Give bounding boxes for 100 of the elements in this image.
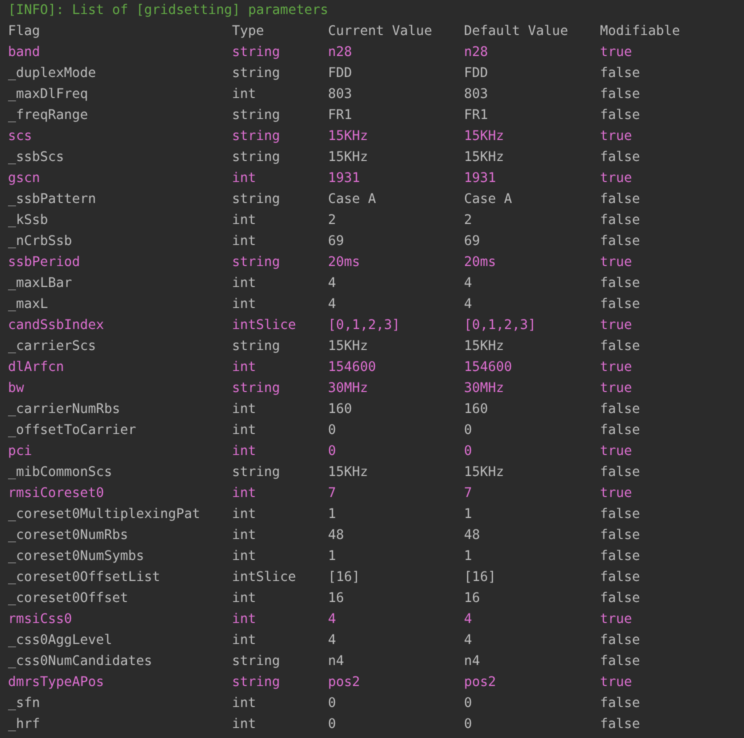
table-cell-text: [16] (464, 569, 496, 587)
table-cell-text: false (600, 107, 640, 125)
table-cell-text: 15KHz (328, 464, 368, 482)
table-cell-text: 154600 (328, 359, 376, 377)
table-cell-text: int (232, 170, 256, 188)
table-cell-text: 0 (328, 443, 336, 461)
table-cell-text: true (600, 44, 632, 62)
table-cell-text: string (232, 653, 280, 671)
table-cell-text: int (232, 359, 256, 377)
table-cell-text: _sfn (8, 695, 40, 713)
table-cell-text: _offsetToCarrier (8, 422, 136, 440)
table-cell-text: 15KHz (464, 338, 504, 356)
table-cell-text: 1 (464, 506, 472, 524)
table-cell-text: true (600, 359, 632, 377)
table-cell-text: false (600, 527, 640, 545)
table-cell-text: 4 (328, 632, 336, 650)
table-cell-text: string (232, 128, 280, 146)
table-cell-text: 0 (464, 695, 472, 713)
table-cell-text: _maxDlFreq (8, 86, 88, 104)
table-cell-text: 20ms (464, 254, 496, 272)
table-cell-text: _ssbScs (8, 149, 64, 167)
table-cell-text: false (600, 149, 640, 167)
table-cell-text: pos2 (328, 674, 360, 692)
info-line: [INFO]: List of [gridsetting] parameters (8, 2, 328, 20)
table-cell-text: 1 (328, 548, 336, 566)
table-cell-text: 4 (464, 611, 472, 629)
table-cell-text: false (600, 716, 640, 734)
table-cell-text: string (232, 674, 280, 692)
table-cell-text: true (600, 128, 632, 146)
table-cell-text: 7 (328, 485, 336, 503)
table-cell-text: 7 (464, 485, 472, 503)
table-cell-text: _freqRange (8, 107, 88, 125)
table-cell-text: int (232, 590, 256, 608)
table-cell-text: string (232, 44, 280, 62)
column-header: Modifiable (600, 23, 680, 41)
table-cell-text: false (600, 422, 640, 440)
table-cell-text: _nCrbSsb (8, 233, 72, 251)
table-cell-text: 16 (328, 590, 344, 608)
table-cell-text: _coreset0NumRbs (8, 527, 128, 545)
table-cell-text: 1931 (464, 170, 496, 188)
table-cell-text: 69 (464, 233, 480, 251)
table-cell-text: true (600, 674, 632, 692)
table-cell-text: string (232, 254, 280, 272)
table-cell-text: int (232, 233, 256, 251)
table-cell-text: false (600, 296, 640, 314)
table-cell-text: false (600, 275, 640, 293)
table-cell-text: 160 (464, 401, 488, 419)
table-cell-text: _kSsb (8, 212, 48, 230)
table-cell-text: string (232, 338, 280, 356)
table-cell-text: int (232, 527, 256, 545)
table-cell-text: _maxLBar (8, 275, 72, 293)
table-cell-text: rmsiCoreset0 (8, 485, 104, 503)
table-cell-text: 0 (464, 443, 472, 461)
table-cell-text: false (600, 401, 640, 419)
table-cell-text: 160 (328, 401, 352, 419)
table-cell-text: int (232, 506, 256, 524)
table-cell-text: string (232, 107, 280, 125)
table-cell-text: int (232, 716, 256, 734)
table-cell-text: Case A (328, 191, 376, 209)
table-cell-text: 1 (464, 548, 472, 566)
column-header: Current Value (328, 23, 432, 41)
table-cell-text: pos2 (464, 674, 496, 692)
table-cell-text: _css0AggLevel (8, 632, 112, 650)
table-cell-text: 30MHz (464, 380, 504, 398)
table-cell-text: 4 (328, 611, 336, 629)
table-cell-text: 0 (328, 716, 336, 734)
table-cell-text: 30MHz (328, 380, 368, 398)
table-cell-text: 0 (328, 695, 336, 713)
table-cell-text: int (232, 695, 256, 713)
table-cell-text: n4 (464, 653, 480, 671)
table-cell-text: _ssbPattern (8, 191, 96, 209)
table-cell-text: FR1 (464, 107, 488, 125)
table-cell-text: false (600, 338, 640, 356)
table-cell-text: 15KHz (328, 149, 368, 167)
table-cell-text: false (600, 233, 640, 251)
table-cell-text: true (600, 485, 632, 503)
table-cell-text: pci (8, 443, 32, 461)
table-cell-text: int (232, 548, 256, 566)
table-cell-text: int (232, 443, 256, 461)
table-cell-text: rmsiCss0 (8, 611, 72, 629)
table-cell-text: false (600, 590, 640, 608)
table-cell-text: int (232, 86, 256, 104)
table-cell-text: [0,1,2,3] (328, 317, 400, 335)
table-cell-text: 15KHz (464, 149, 504, 167)
table-cell-text: _duplexMode (8, 65, 96, 83)
table-cell-text: false (600, 695, 640, 713)
table-cell-text: int (232, 485, 256, 503)
table-cell-text: band (8, 44, 40, 62)
table-cell-text: true (600, 380, 632, 398)
table-cell-text: 4 (464, 296, 472, 314)
table-cell-text: true (600, 443, 632, 461)
table-cell-text: _css0NumCandidates (8, 653, 152, 671)
column-header: Type (232, 23, 264, 41)
table-cell-text: FR1 (328, 107, 352, 125)
table-cell-text: dlArfcn (8, 359, 64, 377)
table-cell-text: int (232, 611, 256, 629)
table-cell-text: intSlice (232, 569, 296, 587)
table-cell-text: _coreset0Offset (8, 590, 128, 608)
table-cell-text: n4 (328, 653, 344, 671)
table-cell-text: 4 (464, 275, 472, 293)
